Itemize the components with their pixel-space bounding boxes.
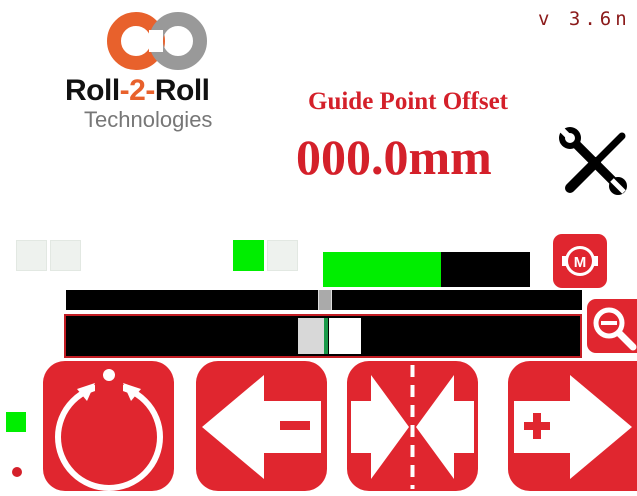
position-marker	[318, 290, 332, 310]
center-button[interactable]	[347, 361, 478, 491]
sensor-window	[329, 318, 361, 354]
sensor-center-line	[324, 318, 328, 354]
zoom-out-icon	[593, 307, 637, 351]
tools-icon[interactable]	[556, 124, 634, 202]
sensor-shadow	[298, 318, 324, 354]
roll-2-roll-logo-icon	[107, 12, 207, 70]
level-bar-fill	[323, 252, 441, 287]
sensor-bar[interactable]	[64, 314, 582, 358]
right-plus-arrow-icon	[514, 375, 632, 479]
brand-name: Roll-2-Roll	[65, 74, 210, 108]
brand-part-2: -2-	[119, 74, 156, 107]
guide-point-title: Guide Point Offset	[308, 88, 508, 115]
guide-point-value: 000.0mm	[296, 129, 492, 185]
indicator-3	[233, 240, 264, 271]
version-label: v 3.6n	[538, 8, 631, 30]
left-minus-arrow-icon	[202, 375, 321, 479]
indicator-4	[267, 240, 298, 271]
motor-icon: M	[562, 246, 598, 276]
svg-text:M: M	[574, 254, 587, 271]
move-left-button[interactable]	[196, 361, 327, 491]
motor-button[interactable]: M	[553, 234, 607, 288]
status-dot	[12, 467, 22, 477]
indicator-2	[50, 240, 81, 271]
brand-part-3: Roll	[154, 74, 210, 107]
position-bar	[66, 290, 582, 310]
zoom-out-button[interactable]	[587, 299, 637, 353]
left-status-indicator	[6, 412, 26, 432]
center-icon	[351, 365, 474, 489]
brand-subtitle: Technologies	[84, 107, 213, 132]
auto-button[interactable]	[43, 361, 174, 491]
level-bar	[323, 252, 530, 287]
move-right-button[interactable]	[508, 361, 637, 491]
auto-circle-icon	[55, 369, 163, 491]
indicator-1	[16, 240, 47, 271]
brand-part-1: Roll	[65, 74, 120, 107]
